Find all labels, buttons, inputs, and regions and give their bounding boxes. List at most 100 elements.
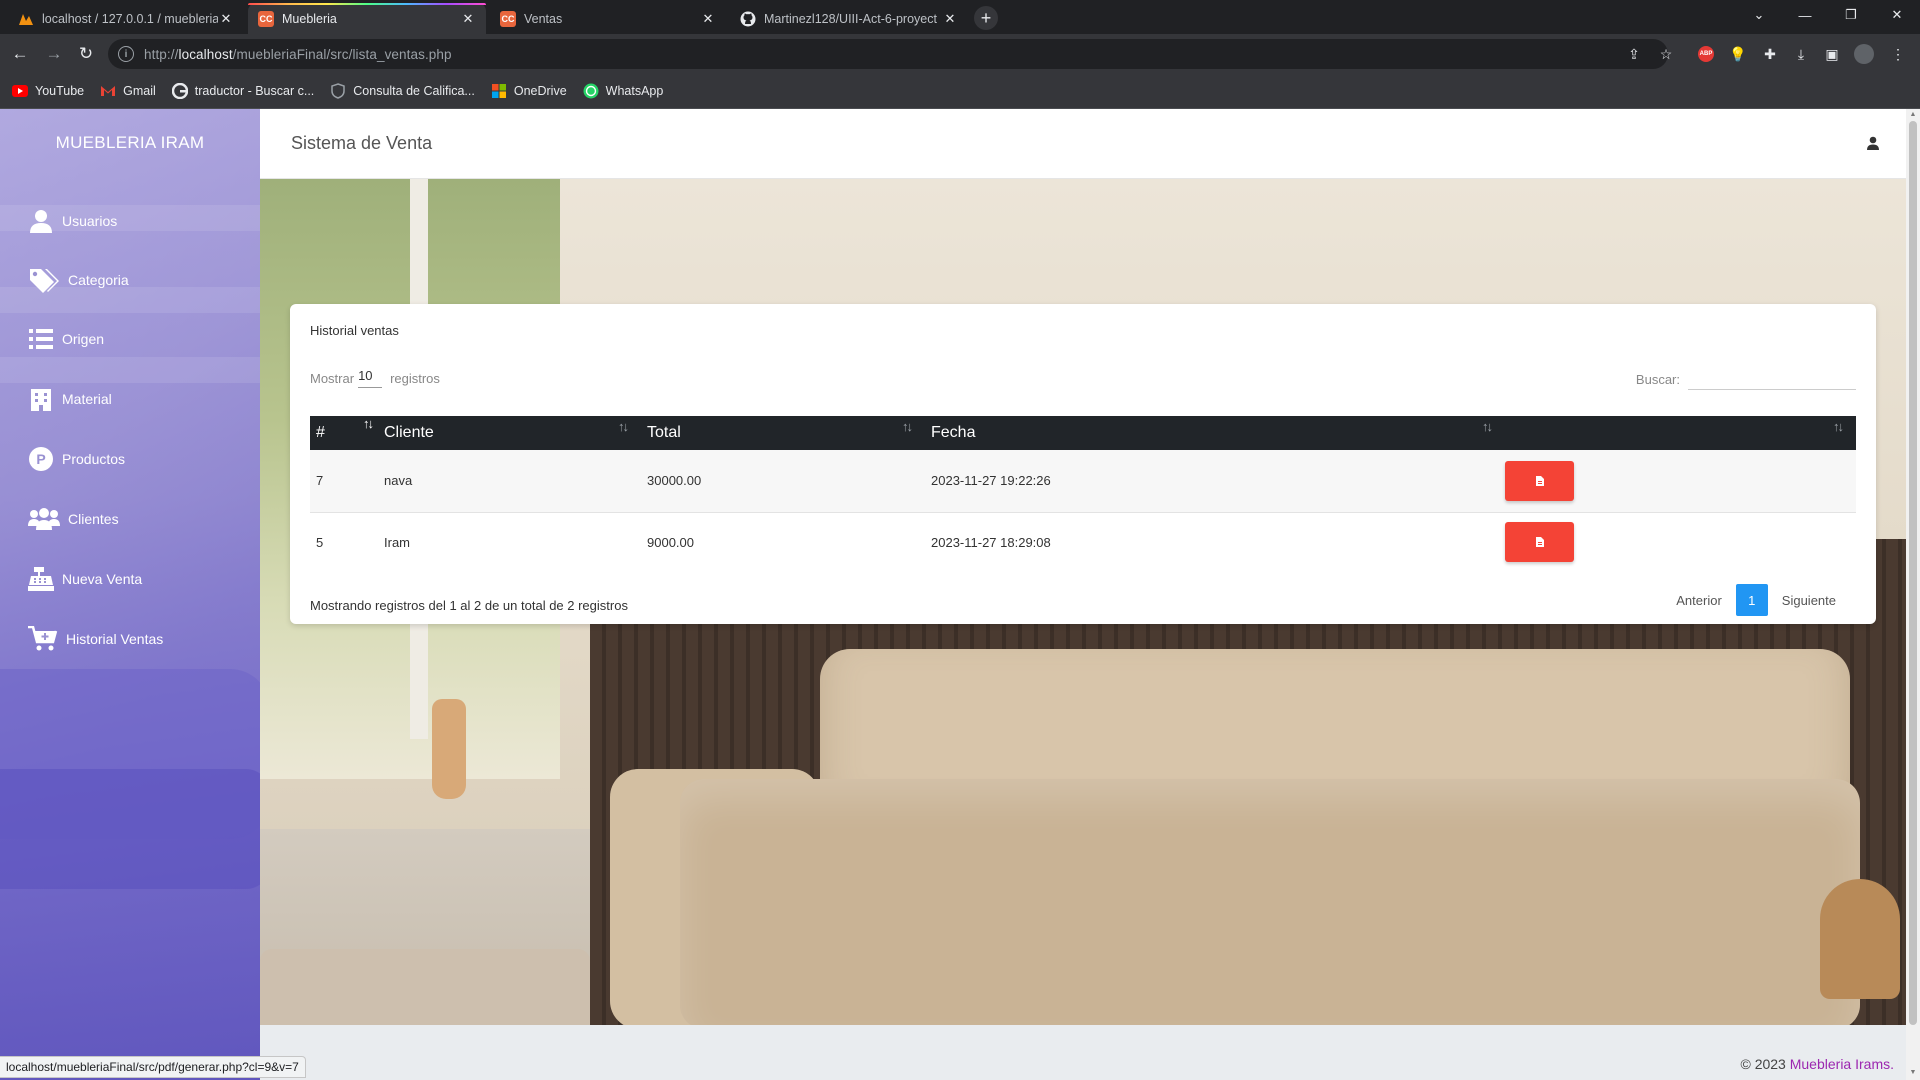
column-header-fecha[interactable]: Fecha ↑↓ bbox=[925, 416, 1505, 450]
ottoman bbox=[260, 949, 590, 1025]
sort-icon: ↑↓ bbox=[902, 419, 913, 434]
tab-search-chevron-icon[interactable]: ⌄ bbox=[1736, 0, 1782, 30]
cell-total: 9000.00 bbox=[647, 534, 694, 550]
sidebar-item-material[interactable]: Material bbox=[28, 383, 112, 415]
forward-arrow-icon[interactable]: → bbox=[42, 42, 66, 66]
main-content: Sistema de Venta Historial ventas Mostra… bbox=[260, 109, 1906, 1080]
user-icon[interactable] bbox=[1866, 136, 1880, 150]
copyright-text: © 2023 bbox=[1740, 1056, 1786, 1072]
sidebar-item-usuarios[interactable]: Usuarios bbox=[28, 205, 117, 237]
sidebar-item-nueva-venta[interactable]: Nueva Venta bbox=[28, 563, 142, 595]
side-panel-icon[interactable]: ▣ bbox=[1822, 44, 1842, 64]
bookmark-label: Gmail bbox=[123, 84, 156, 98]
back-arrow-icon[interactable]: ← bbox=[8, 42, 32, 66]
shield-icon bbox=[330, 83, 346, 99]
bookmarks-bar: YouTube Gmail traductor - Buscar c... Co… bbox=[0, 74, 1920, 109]
address-bar[interactable]: i http://localhost/muebleriaFinal/src/li… bbox=[108, 39, 1668, 69]
site-info-icon[interactable]: i bbox=[118, 46, 134, 62]
page-title: Sistema de Venta bbox=[291, 133, 433, 153]
bookmark-gmail[interactable]: Gmail bbox=[100, 83, 156, 99]
browser-tab-github[interactable]: Martinezl128/UIII-Act-6-proyect ✕ bbox=[730, 3, 968, 34]
url-text[interactable]: http://localhost/muebleriaFinal/src/list… bbox=[144, 47, 452, 62]
table-search: Buscar: bbox=[1636, 368, 1856, 390]
product-p-icon: P bbox=[28, 446, 54, 472]
sales-history-card: Historial ventas Mostrar 10 registros Bu… bbox=[290, 304, 1876, 624]
close-icon[interactable]: ✕ bbox=[460, 11, 476, 27]
share-icon[interactable]: ⇪ bbox=[1624, 44, 1644, 64]
tab-title: Muebleria bbox=[282, 11, 337, 26]
footer-brand-link[interactable]: Muebleria Irams. bbox=[1790, 1056, 1894, 1072]
search-input[interactable] bbox=[1688, 368, 1856, 390]
pagination-next[interactable]: Siguiente bbox=[1772, 593, 1846, 608]
menu-kebab-icon[interactable]: ⋮ bbox=[1888, 44, 1908, 64]
column-header-total[interactable]: Total ↑↓ bbox=[641, 416, 925, 450]
sidebar-item-clientes[interactable]: Clientes bbox=[28, 503, 119, 535]
browser-tab-phpmyadmin[interactable]: localhost / 127.0.0.1 / muebleria ✕ bbox=[8, 3, 244, 34]
browser-tab-muebleria[interactable]: CC Muebleria ✕ bbox=[248, 3, 486, 34]
page-length-select[interactable]: 10 bbox=[358, 368, 383, 388]
scroll-down-icon[interactable]: ▼ bbox=[1909, 1069, 1917, 1077]
youtube-icon bbox=[12, 83, 28, 99]
sidebar-item-productos[interactable]: P Productos bbox=[28, 443, 125, 475]
github-icon bbox=[740, 11, 756, 27]
close-icon[interactable]: ✕ bbox=[218, 11, 234, 27]
users-icon bbox=[28, 506, 60, 532]
sidebar-item-origen[interactable]: Origen bbox=[28, 323, 104, 355]
bookmark-traductor[interactable]: traductor - Buscar c... bbox=[171, 83, 314, 99]
sort-icon: ↑↓ bbox=[1482, 419, 1493, 434]
table-info: Mostrando registros del 1 al 2 de un tot… bbox=[310, 598, 628, 613]
background-photo: Historial ventas Mostrar 10 registros Bu… bbox=[260, 179, 1906, 1025]
lightbulb-extension-icon[interactable]: 💡 bbox=[1728, 44, 1748, 64]
cell-id: 7 bbox=[310, 450, 378, 513]
sidebar-item-label: Nueva Venta bbox=[62, 571, 143, 587]
pdf-report-button[interactable] bbox=[1505, 522, 1574, 563]
browser-tab-ventas[interactable]: CC Ventas ✕ bbox=[490, 3, 726, 34]
new-tab-button[interactable]: + bbox=[974, 6, 998, 30]
link-status-bar: localhost/muebleriaFinal/src/pdf/generar… bbox=[0, 1056, 306, 1078]
sidebar-item-label: Origen bbox=[62, 331, 105, 347]
tab-highlight-bar bbox=[248, 3, 486, 5]
whatsapp-icon bbox=[583, 83, 599, 99]
url-path: /muebleriaFinal/src/lista_ventas.php bbox=[232, 46, 452, 62]
profile-avatar-icon[interactable] bbox=[1854, 44, 1874, 64]
extensions-puzzle-icon[interactable]: ✚ bbox=[1760, 44, 1780, 64]
card-title: Historial ventas bbox=[310, 323, 399, 338]
windows-icon bbox=[491, 83, 507, 99]
minimize-button[interactable]: — bbox=[1782, 0, 1828, 30]
sidebar-item-categoria[interactable]: Categoria bbox=[28, 264, 129, 296]
column-header-cliente[interactable]: Cliente ↑↓ bbox=[378, 416, 641, 450]
phpmyadmin-icon bbox=[18, 11, 34, 27]
cart-plus-icon bbox=[28, 626, 58, 652]
reload-icon[interactable]: ↻ bbox=[74, 42, 98, 66]
scroll-up-icon[interactable]: ▲ bbox=[1909, 111, 1917, 119]
bookmark-whatsapp[interactable]: WhatsApp bbox=[583, 83, 664, 99]
pagination: Anterior 1 Siguiente bbox=[1666, 584, 1846, 616]
column-header-label: Total bbox=[647, 424, 681, 441]
window-close-button[interactable]: ✕ bbox=[1874, 0, 1920, 30]
building-icon bbox=[28, 386, 54, 412]
tab-title: Martinezl128/UIII-Act-6-proyect bbox=[764, 11, 937, 26]
adblock-plus-icon[interactable]: ABP bbox=[1696, 44, 1716, 64]
close-icon[interactable]: ✕ bbox=[942, 11, 958, 27]
bookmark-label: WhatsApp bbox=[605, 84, 664, 98]
scrollbar-thumb[interactable] bbox=[1909, 121, 1917, 1025]
bookmark-star-icon[interactable]: ☆ bbox=[1656, 44, 1676, 64]
column-header-actions[interactable]: ↑↓ bbox=[1505, 416, 1856, 450]
svg-text:P: P bbox=[36, 451, 45, 467]
bookmark-onedrive[interactable]: OneDrive bbox=[491, 83, 567, 99]
restore-button[interactable]: ❐ bbox=[1828, 0, 1874, 30]
sidebar-item-label: Clientes bbox=[68, 511, 119, 527]
cell-fecha: 2023-11-27 18:29:08 bbox=[931, 534, 1051, 550]
download-icon[interactable]: ⤓ bbox=[1791, 44, 1811, 64]
pdf-report-button[interactable] bbox=[1505, 460, 1574, 501]
sidebar-item-historial-ventas[interactable]: Historial Ventas bbox=[28, 623, 163, 655]
column-header-id[interactable]: # ↑↓ bbox=[310, 416, 378, 450]
pagination-page-current[interactable]: 1 bbox=[1735, 584, 1768, 616]
page-scrollbar[interactable]: ▲ ▼ bbox=[1906, 109, 1920, 1080]
bookmark-youtube[interactable]: YouTube bbox=[12, 83, 84, 99]
close-icon[interactable]: ✕ bbox=[700, 11, 716, 27]
bookmark-consulta[interactable]: Consulta de Califica... bbox=[330, 83, 475, 99]
bookmark-label: Consulta de Califica... bbox=[353, 84, 475, 98]
pagination-prev[interactable]: Anterior bbox=[1666, 593, 1732, 608]
sidebar-brand[interactable]: MUEBLERIA IRAM bbox=[0, 133, 260, 153]
